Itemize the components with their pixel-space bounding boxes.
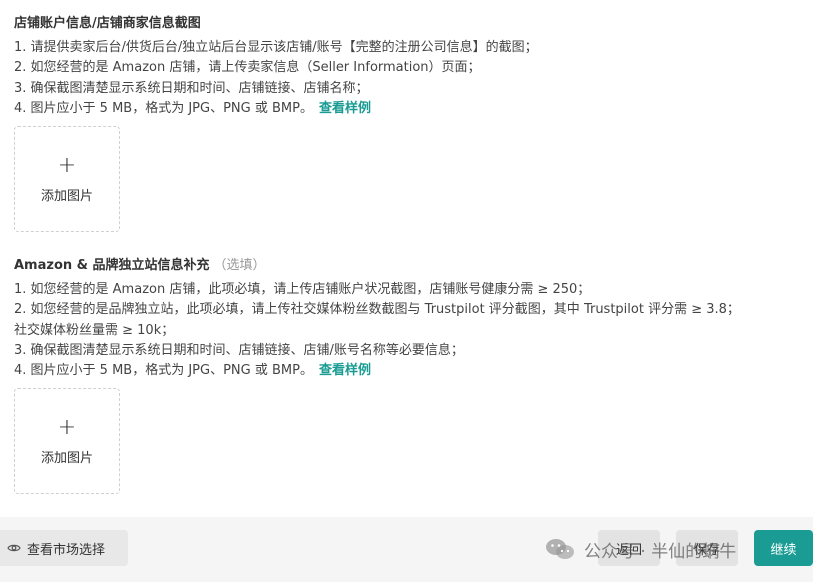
instruction-line: 4. 图片应小于 5 MB，格式为 JPG、PNG 或 BMP。 查看样例 [14, 99, 538, 119]
section-title: 店铺账户信息/店铺商家信息截图 [14, 16, 201, 31]
upload-label: 添加图片 [40, 450, 93, 466]
instruction-line: 3. 确保截图清楚显示系统日期和时间、店铺链接、店铺/账号名称等必要信息； [14, 342, 464, 358]
add-image-upload[interactable]: + 添加图片 [14, 388, 120, 494]
save-button[interactable]: 保存 [676, 530, 738, 566]
instruction-line: 1. 如您经营的是 Amazon 店铺，此项必填，请上传店铺账户状况截图，店铺账… [14, 282, 591, 297]
plus-icon: + [57, 152, 77, 178]
add-image-upload[interactable]: + 添加图片 [14, 126, 120, 232]
view-example-link[interactable]: 查看样例 [319, 363, 371, 378]
section-title-text: Amazon & 品牌独立站信息补充 [14, 258, 210, 273]
section-title: Amazon & 品牌独立站信息补充 （选填） [14, 258, 740, 274]
view-market-selection-button[interactable]: 查看市场选择 [0, 530, 128, 566]
instruction-text: 4. 图片应小于 5 MB，格式为 JPG、PNG 或 BMP。 [14, 100, 313, 116]
instructions-list: 1. 如您经营的是 Amazon 店铺，此项必填，请上传店铺账户状况截图，店铺账… [14, 280, 740, 381]
instruction-line: 2. 如您经营的是 Amazon 店铺，请上传卖家信息（Seller Infor… [14, 60, 481, 76]
back-button[interactable]: 返回 [598, 530, 660, 566]
eye-icon [7, 541, 21, 555]
store-account-section: 店铺账户信息/店铺商家信息截图 1. 请提供卖家后台/供货后台/独立站后台显示该… [14, 16, 538, 119]
plus-icon: + [57, 414, 77, 440]
continue-button[interactable]: 继续 [754, 530, 813, 566]
amazon-brand-section: Amazon & 品牌独立站信息补充 （选填） 1. 如您经营的是 Amazon … [14, 258, 740, 381]
instruction-line: 社交媒体粉丝量需 ≥ 10k； [14, 322, 175, 338]
view-market-label: 查看市场选择 [27, 542, 106, 558]
instruction-line: 1. 请提供卖家后台/供货后台/独立站后台显示该店铺/账号【完整的注册公司信息】… [14, 40, 538, 55]
footer-bar: 查看市场选择 返回 保存 继续 [0, 517, 813, 582]
instructions-list: 1. 请提供卖家后台/供货后台/独立站后台显示该店铺/账号【完整的注册公司信息】… [14, 38, 538, 119]
instruction-text: 4. 图片应小于 5 MB，格式为 JPG、PNG 或 BMP。 [14, 363, 313, 379]
optional-tag: （选填） [213, 258, 266, 273]
upload-label: 添加图片 [40, 188, 93, 204]
instruction-line: 4. 图片应小于 5 MB，格式为 JPG、PNG 或 BMP。 查看样例 [14, 361, 740, 381]
instruction-line: 3. 确保截图清楚显示系统日期和时间、店铺链接、店铺名称； [14, 80, 369, 96]
instruction-line: 2. 如您经营的是品牌独立站，此项必填，请上传社交媒体粉丝数截图与 Trustp… [14, 302, 740, 318]
view-example-link[interactable]: 查看样例 [319, 101, 371, 116]
